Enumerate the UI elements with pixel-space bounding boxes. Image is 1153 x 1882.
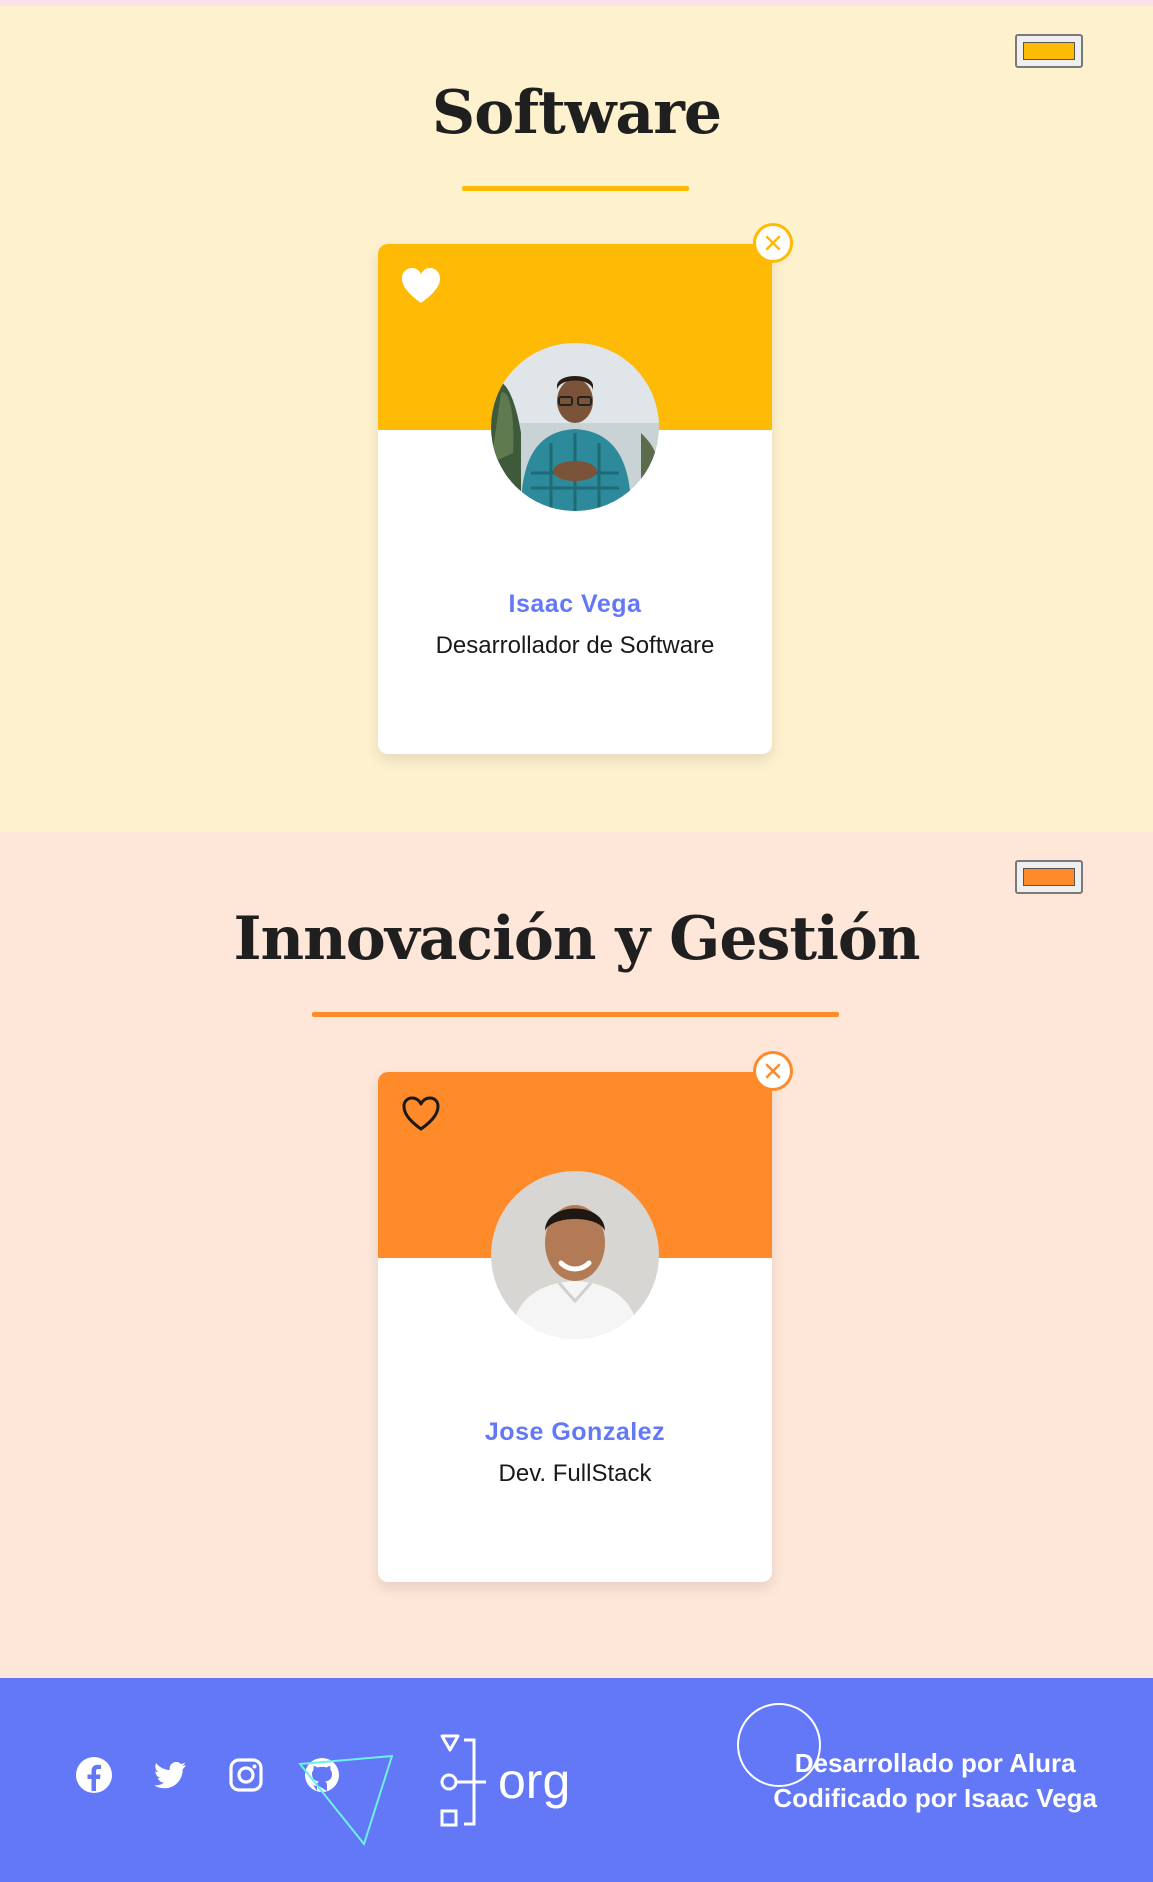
facebook-link[interactable] [74,1755,114,1795]
org-logo-text: org [498,1753,571,1809]
footer-credits: Desarrollado por Alura Codificado por Is… [773,1746,1097,1816]
team-section-software: Software Isaac Vega Desarrollador de Sof… [0,6,1153,832]
collaborator-card: Jose Gonzalez Dev. FullStack [378,1051,793,1582]
org-logo-mark [440,1734,486,1827]
section-color-picker[interactable] [1015,860,1083,894]
favorite-button[interactable] [400,1094,442,1134]
section-title: Software [431,78,722,148]
color-swatch [1023,868,1075,886]
collaborator-name: Jose Gonzalez [484,1418,666,1446]
close-icon [765,1063,781,1079]
title-underline [312,1012,839,1017]
title-underline [462,186,689,191]
avatar [491,1171,659,1339]
twitter-icon [154,1762,186,1789]
credit-line: Desarrollado por Alura [794,1748,1076,1778]
org-logo: org [436,1734,586,1830]
favorite-button[interactable] [400,266,442,306]
instagram-link[interactable] [226,1755,266,1795]
instagram-icon [229,1758,263,1792]
heart-outline-icon [402,1096,440,1131]
close-icon [765,235,781,251]
person-avatar-photo [491,1171,659,1339]
collaborator-role: Dev. FullStack [498,1460,652,1487]
collaborator-card: Isaac Vega Desarrollador de Software [378,223,793,754]
team-section-innovation: Innovación y Gestión Jose Gonzalez Dev. … [0,832,1153,1678]
delete-card-button[interactable] [753,1051,793,1091]
person-avatar-photo [491,343,659,511]
credit-line: Codificado por Isaac Vega [773,1783,1097,1813]
footer: org Desarrollado por Alura Codificado po… [0,1678,1153,1882]
heart-filled-icon [402,268,440,303]
cursor-circle-overlay [737,1703,821,1787]
delete-card-button[interactable] [753,223,793,263]
section-color-picker[interactable] [1015,34,1083,68]
collaborator-name: Isaac Vega [508,590,642,618]
facebook-icon [76,1757,112,1793]
collaborator-role: Desarrollador de Software [435,632,715,659]
cursor-triangle-overlay [298,1754,394,1847]
color-swatch [1023,42,1075,60]
avatar [491,343,659,511]
twitter-link[interactable] [150,1755,190,1795]
section-title: Innovación y Gestión [233,904,920,974]
